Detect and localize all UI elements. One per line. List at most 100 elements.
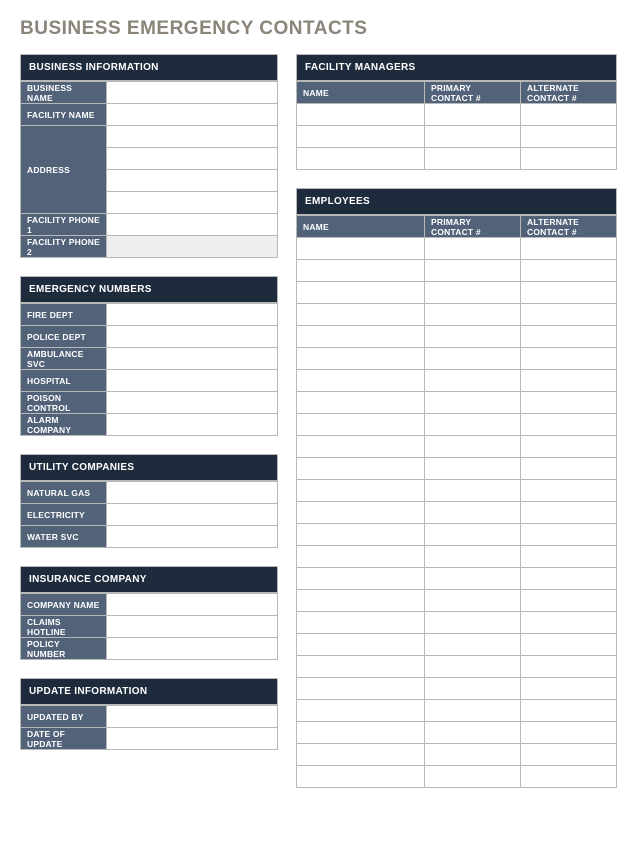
value-hospital[interactable] <box>107 370 278 392</box>
facility-manager-name-cell[interactable] <box>297 104 425 126</box>
employee-alternate-cell[interactable] <box>521 436 617 458</box>
value-facility-phone-2[interactable] <box>107 236 278 258</box>
employee-primary-cell[interactable] <box>425 524 521 546</box>
value-police-dept[interactable] <box>107 326 278 348</box>
employee-name-cell[interactable] <box>297 304 425 326</box>
employee-primary-cell[interactable] <box>425 392 521 414</box>
employee-primary-cell[interactable] <box>425 348 521 370</box>
employee-alternate-cell[interactable] <box>521 502 617 524</box>
facility-manager-primary-cell[interactable] <box>425 148 521 170</box>
employee-alternate-cell[interactable] <box>521 700 617 722</box>
facility-manager-name-cell[interactable] <box>297 148 425 170</box>
value-facility-phone-1[interactable] <box>107 214 278 236</box>
employee-name-cell[interactable] <box>297 656 425 678</box>
employee-alternate-cell[interactable] <box>521 282 617 304</box>
value-poison[interactable] <box>107 392 278 414</box>
employee-name-cell[interactable] <box>297 480 425 502</box>
employee-alternate-cell[interactable] <box>521 568 617 590</box>
value-water-svc[interactable] <box>107 526 278 548</box>
employee-name-cell[interactable] <box>297 238 425 260</box>
value-natural-gas[interactable] <box>107 482 278 504</box>
value-address-4[interactable] <box>107 192 278 214</box>
employee-primary-cell[interactable] <box>425 304 521 326</box>
value-address-2[interactable] <box>107 148 278 170</box>
employee-primary-cell[interactable] <box>425 260 521 282</box>
value-alarm[interactable] <box>107 414 278 436</box>
employee-alternate-cell[interactable] <box>521 260 617 282</box>
employee-alternate-cell[interactable] <box>521 238 617 260</box>
employee-alternate-cell[interactable] <box>521 370 617 392</box>
employee-primary-cell[interactable] <box>425 458 521 480</box>
employee-primary-cell[interactable] <box>425 502 521 524</box>
employee-name-cell[interactable] <box>297 678 425 700</box>
employee-alternate-cell[interactable] <box>521 612 617 634</box>
employee-alternate-cell[interactable] <box>521 678 617 700</box>
employee-name-cell[interactable] <box>297 282 425 304</box>
employee-name-cell[interactable] <box>297 326 425 348</box>
facility-manager-primary-cell[interactable] <box>425 104 521 126</box>
employee-name-cell[interactable] <box>297 546 425 568</box>
value-electricity[interactable] <box>107 504 278 526</box>
employee-alternate-cell[interactable] <box>521 348 617 370</box>
employee-alternate-cell[interactable] <box>521 326 617 348</box>
employee-name-cell[interactable] <box>297 392 425 414</box>
value-policy-number[interactable] <box>107 638 278 660</box>
facility-manager-primary-cell[interactable] <box>425 126 521 148</box>
employee-primary-cell[interactable] <box>425 766 521 788</box>
employee-name-cell[interactable] <box>297 348 425 370</box>
value-updated-by[interactable] <box>107 706 278 728</box>
value-ambulance[interactable] <box>107 348 278 370</box>
employee-primary-cell[interactable] <box>425 546 521 568</box>
employee-name-cell[interactable] <box>297 722 425 744</box>
value-claims-hotline[interactable] <box>107 616 278 638</box>
employee-alternate-cell[interactable] <box>521 634 617 656</box>
value-facility-name[interactable] <box>107 104 278 126</box>
employee-name-cell[interactable] <box>297 524 425 546</box>
employee-alternate-cell[interactable] <box>521 590 617 612</box>
value-business-name[interactable] <box>107 82 278 104</box>
employee-name-cell[interactable] <box>297 612 425 634</box>
employee-alternate-cell[interactable] <box>521 722 617 744</box>
employee-primary-cell[interactable] <box>425 678 521 700</box>
employee-alternate-cell[interactable] <box>521 524 617 546</box>
employee-primary-cell[interactable] <box>425 480 521 502</box>
employee-name-cell[interactable] <box>297 458 425 480</box>
employee-name-cell[interactable] <box>297 634 425 656</box>
employee-alternate-cell[interactable] <box>521 392 617 414</box>
facility-manager-alternate-cell[interactable] <box>521 126 617 148</box>
employee-name-cell[interactable] <box>297 568 425 590</box>
employee-name-cell[interactable] <box>297 502 425 524</box>
facility-manager-alternate-cell[interactable] <box>521 104 617 126</box>
employee-alternate-cell[interactable] <box>521 546 617 568</box>
employee-alternate-cell[interactable] <box>521 766 617 788</box>
value-date-of-update[interactable] <box>107 728 278 750</box>
employee-primary-cell[interactable] <box>425 656 521 678</box>
employee-name-cell[interactable] <box>297 590 425 612</box>
employee-primary-cell[interactable] <box>425 590 521 612</box>
employee-primary-cell[interactable] <box>425 634 521 656</box>
employee-name-cell[interactable] <box>297 370 425 392</box>
facility-manager-alternate-cell[interactable] <box>521 148 617 170</box>
employee-primary-cell[interactable] <box>425 436 521 458</box>
employee-alternate-cell[interactable] <box>521 458 617 480</box>
employee-primary-cell[interactable] <box>425 568 521 590</box>
facility-manager-name-cell[interactable] <box>297 126 425 148</box>
employee-primary-cell[interactable] <box>425 744 521 766</box>
employee-alternate-cell[interactable] <box>521 744 617 766</box>
value-address-1[interactable] <box>107 126 278 148</box>
value-company-name[interactable] <box>107 594 278 616</box>
value-fire-dept[interactable] <box>107 304 278 326</box>
employee-primary-cell[interactable] <box>425 414 521 436</box>
employee-alternate-cell[interactable] <box>521 656 617 678</box>
employee-alternate-cell[interactable] <box>521 414 617 436</box>
employee-alternate-cell[interactable] <box>521 304 617 326</box>
employee-name-cell[interactable] <box>297 766 425 788</box>
employee-name-cell[interactable] <box>297 700 425 722</box>
employee-name-cell[interactable] <box>297 414 425 436</box>
employee-primary-cell[interactable] <box>425 612 521 634</box>
employee-name-cell[interactable] <box>297 436 425 458</box>
employee-name-cell[interactable] <box>297 260 425 282</box>
employee-primary-cell[interactable] <box>425 238 521 260</box>
employee-primary-cell[interactable] <box>425 722 521 744</box>
employee-name-cell[interactable] <box>297 744 425 766</box>
